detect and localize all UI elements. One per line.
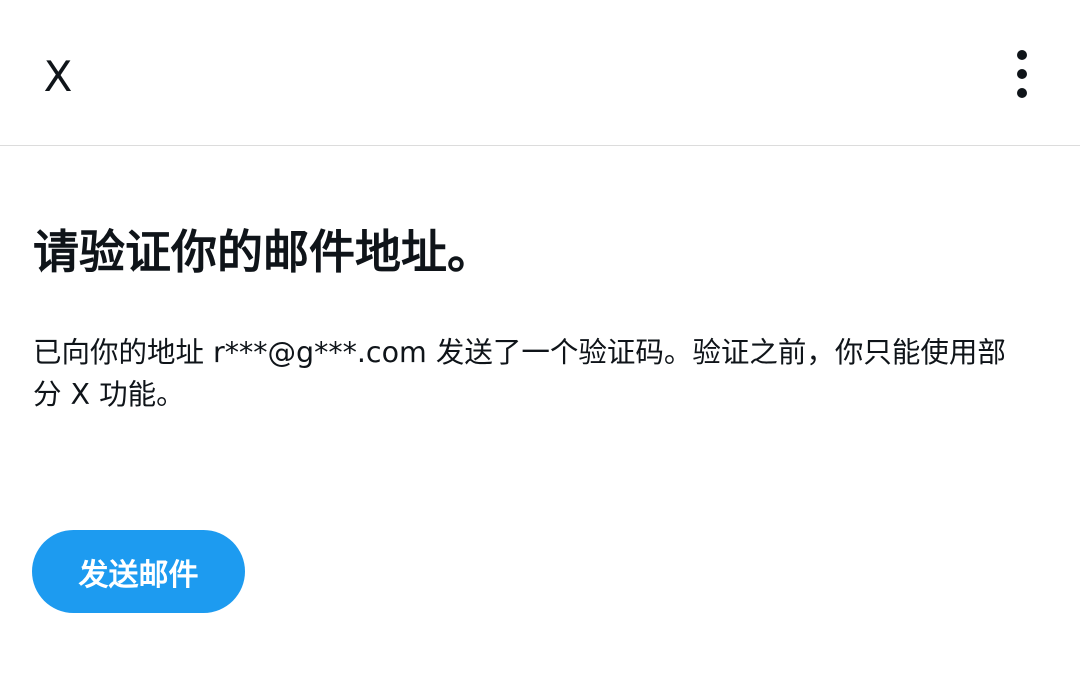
send-email-button[interactable]: 发送邮件: [32, 530, 245, 613]
more-vertical-icon-dot: [1017, 69, 1027, 79]
close-button[interactable]: X: [28, 44, 88, 108]
more-vertical-icon-dot: [1017, 88, 1027, 98]
more-vertical-icon: [1017, 50, 1027, 60]
close-icon: X: [43, 51, 73, 101]
page-title: 请验证你的邮件地址。: [33, 225, 493, 279]
verification-description: 已向你的地址 r***@g***.com 发送了一个验证码。验证之前，你只能使用…: [33, 336, 1006, 411]
more-options-button[interactable]: [996, 46, 1048, 102]
top-bar: X: [0, 0, 1080, 146]
